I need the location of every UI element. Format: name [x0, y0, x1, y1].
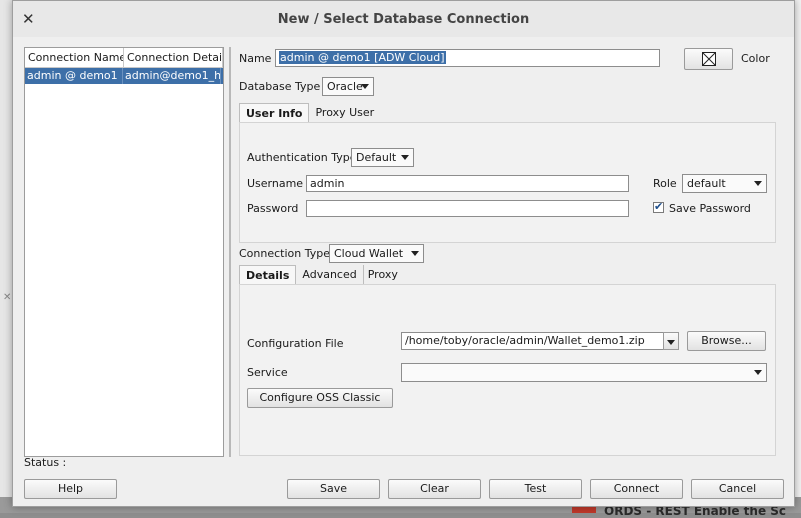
name-field[interactable]: admin @ demo1 [ADW Cloud] [275, 49, 660, 67]
color-label: Color [741, 52, 770, 65]
role-value: default [687, 177, 726, 190]
service-label: Service [247, 366, 288, 379]
connect-button[interactable]: Connect [590, 479, 683, 499]
connection-type-select[interactable]: Cloud Wallet [329, 244, 424, 263]
help-button[interactable]: Help [24, 479, 117, 499]
chevron-down-icon [361, 84, 369, 89]
split-divider[interactable] [229, 47, 231, 457]
tab-proxy-user[interactable]: Proxy User [309, 103, 380, 122]
chevron-down-icon [754, 181, 762, 186]
status-label: Status : [24, 456, 67, 469]
color-swatch-icon [701, 52, 716, 66]
connection-tabs: Details Advanced Proxy [239, 265, 404, 284]
chevron-down-icon [401, 155, 409, 160]
tab-details[interactable]: Details [239, 265, 297, 284]
username-field[interactable]: admin [306, 175, 629, 192]
connection-row[interactable]: admin @ demo1 [... admin@demo1_hi... [25, 68, 223, 84]
tab-user-info[interactable]: User Info [239, 103, 310, 122]
connection-type-label: Connection Type [239, 247, 331, 260]
name-label: Name [239, 52, 272, 65]
role-select[interactable]: default [682, 174, 767, 193]
chevron-down-icon [754, 370, 762, 375]
clear-button[interactable]: Clear [388, 479, 481, 499]
password-field[interactable] [306, 200, 629, 217]
save-button[interactable]: Save [287, 479, 380, 499]
database-type-value: Oracle [327, 80, 363, 93]
chevron-down-icon [411, 251, 419, 256]
column-header-connection-details[interactable]: Connection Details [124, 48, 223, 67]
checkmark-icon: ✔ [654, 200, 664, 213]
color-button[interactable] [684, 48, 733, 70]
database-type-select[interactable]: Oracle [322, 77, 374, 96]
connection-type-value: Cloud Wallet [334, 247, 404, 260]
role-label: Role [653, 177, 677, 190]
title-bar: ✕ New / Select Database Connection [13, 1, 794, 37]
authentication-type-select[interactable]: Default [351, 148, 414, 167]
save-password-label: Save Password [669, 202, 751, 215]
cancel-button[interactable]: Cancel [691, 479, 784, 499]
save-password-checkbox[interactable]: ✔ [653, 200, 664, 213]
browse-button[interactable]: Browse... [687, 331, 766, 351]
dialog-title: New / Select Database Connection [277, 12, 530, 27]
connection-details-cell: admin@demo1_hi... [125, 68, 221, 84]
configuration-file-label: Configuration File [247, 337, 344, 350]
connection-list-header: Connection Name Connection Details [25, 48, 223, 68]
test-button[interactable]: Test [489, 479, 582, 499]
configure-oss-classic-button[interactable]: Configure OSS Classic [247, 388, 393, 408]
password-label: Password [247, 202, 299, 215]
user-tabs: User Info Proxy User [239, 103, 380, 122]
authentication-type-value: Default [356, 151, 397, 164]
column-header-connection-name[interactable]: Connection Name [25, 48, 124, 67]
tab-proxy[interactable]: Proxy [362, 265, 404, 284]
configuration-file-field[interactable]: /home/toby/oracle/admin/Wallet_demo1.zip [401, 332, 665, 350]
background-close-icon: ✕ [3, 292, 12, 303]
background-window-left [0, 0, 12, 513]
service-select[interactable] [401, 363, 767, 382]
database-type-label: Database Type [239, 80, 321, 93]
connection-name-cell: admin @ demo1 [... [25, 68, 123, 84]
name-value: admin @ demo1 [ADW Cloud] [279, 51, 446, 64]
connection-list[interactable]: Connection Name Connection Details admin… [24, 47, 224, 457]
chevron-down-icon [667, 340, 675, 345]
connection-dialog: ✕ New / Select Database Connection Conne… [12, 0, 795, 507]
tab-advanced[interactable]: Advanced [296, 265, 362, 284]
configuration-file-dropdown[interactable] [663, 332, 679, 350]
username-label: Username [247, 177, 304, 190]
authentication-type-label: Authentication Type [247, 151, 357, 164]
